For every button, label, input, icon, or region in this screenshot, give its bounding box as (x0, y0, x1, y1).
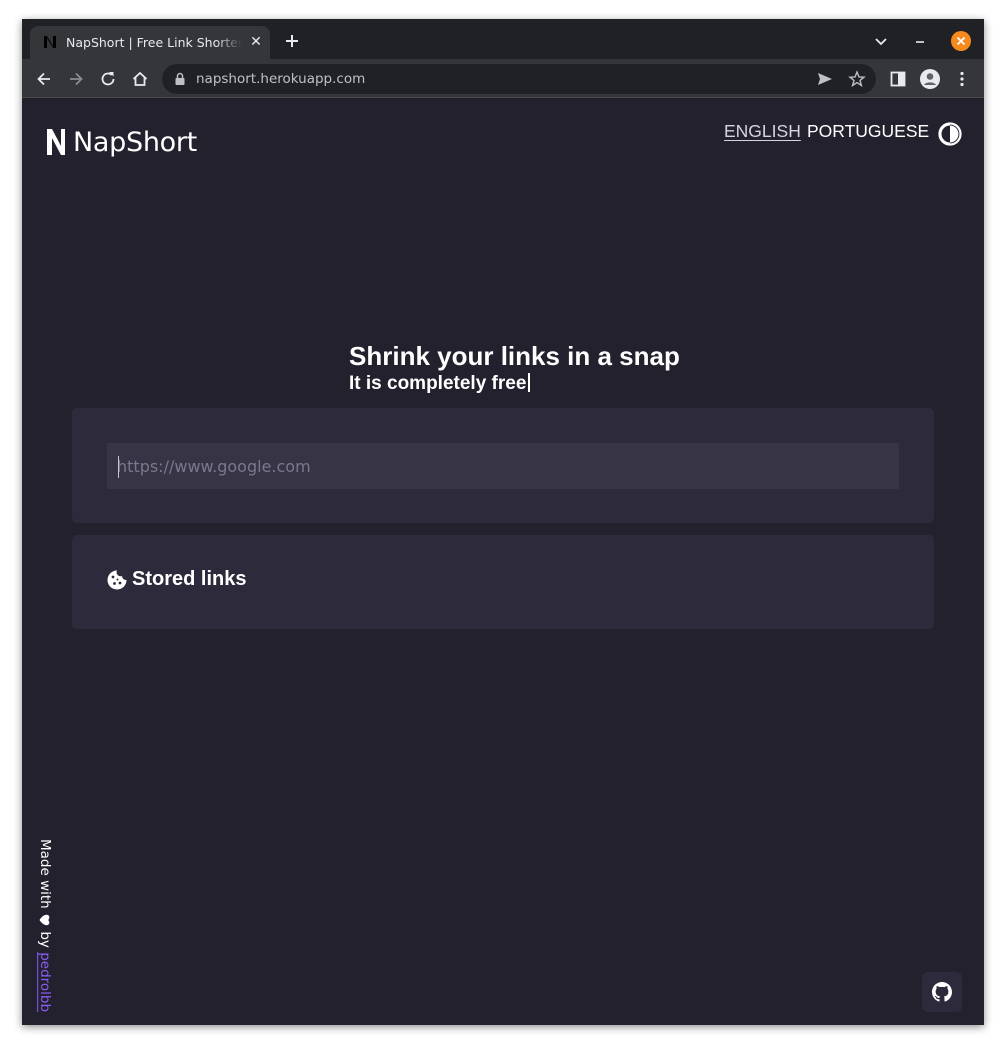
close-icon (956, 36, 966, 46)
page-content: NapShort ENGLISH PORTUGUESE Shrink your … (22, 99, 984, 1025)
author-link[interactable]: pedrolbb (37, 952, 53, 1012)
hero-subtitle: It is completely free (349, 373, 531, 395)
language-portuguese-link[interactable]: PORTUGUESE (807, 121, 929, 142)
url-text[interactable]: napshort.herokuapp.com (196, 64, 365, 94)
forward-icon[interactable] (66, 69, 86, 89)
send-icon[interactable] (816, 70, 834, 88)
address-bar[interactable]: napshort.herokuapp.com (162, 64, 876, 94)
brand[interactable]: NapShort (46, 125, 197, 159)
github-icon (932, 982, 952, 1002)
contrast-icon[interactable] (938, 122, 962, 146)
sidepanel-icon[interactable] (888, 69, 908, 89)
menu-icon[interactable] (952, 69, 972, 89)
reload-icon[interactable] (98, 69, 118, 89)
brand-name: NapShort (73, 126, 197, 158)
tab-strip: NapShort | Free Link Shortener ✕ (22, 19, 984, 59)
tab-close-icon[interactable]: ✕ (248, 34, 264, 50)
back-icon[interactable] (34, 69, 54, 89)
made-with-text: Made with (37, 839, 53, 909)
input-cursor (118, 456, 119, 478)
heart-icon (36, 913, 54, 927)
lock-icon[interactable] (174, 72, 186, 86)
stored-links-title: Stored links (132, 568, 247, 590)
profile-icon[interactable] (920, 69, 940, 89)
chevron-down-icon[interactable] (873, 33, 889, 49)
typing-caret (528, 373, 531, 392)
browser-window: NapShort | Free Link Shortener ✕ napshor… (22, 19, 984, 1025)
browser-toolbar: napshort.herokuapp.com (22, 59, 984, 98)
github-button[interactable] (922, 972, 962, 1012)
hero-title: Shrink your links in a snap (349, 341, 680, 371)
language-english-link[interactable]: ENGLISH (724, 121, 801, 142)
tab-title: NapShort | Free Link Shortener (66, 35, 242, 50)
stored-links-card: Stored links (72, 535, 934, 629)
napshort-favicon-icon (44, 36, 56, 48)
made-with-credit: Made with by pedrolbb (36, 839, 54, 1019)
cookie-icon (107, 570, 127, 590)
napshort-logo-icon (47, 129, 65, 155)
star-icon[interactable] (848, 70, 866, 88)
minimize-icon[interactable] (912, 33, 928, 49)
shortener-card (72, 408, 934, 523)
new-tab-icon[interactable] (282, 31, 302, 51)
by-text: by (37, 931, 53, 948)
browser-tab[interactable]: NapShort | Free Link Shortener ✕ (30, 26, 270, 59)
close-window-button[interactable] (951, 31, 971, 51)
url-input[interactable] (107, 443, 899, 489)
home-icon[interactable] (130, 69, 150, 89)
